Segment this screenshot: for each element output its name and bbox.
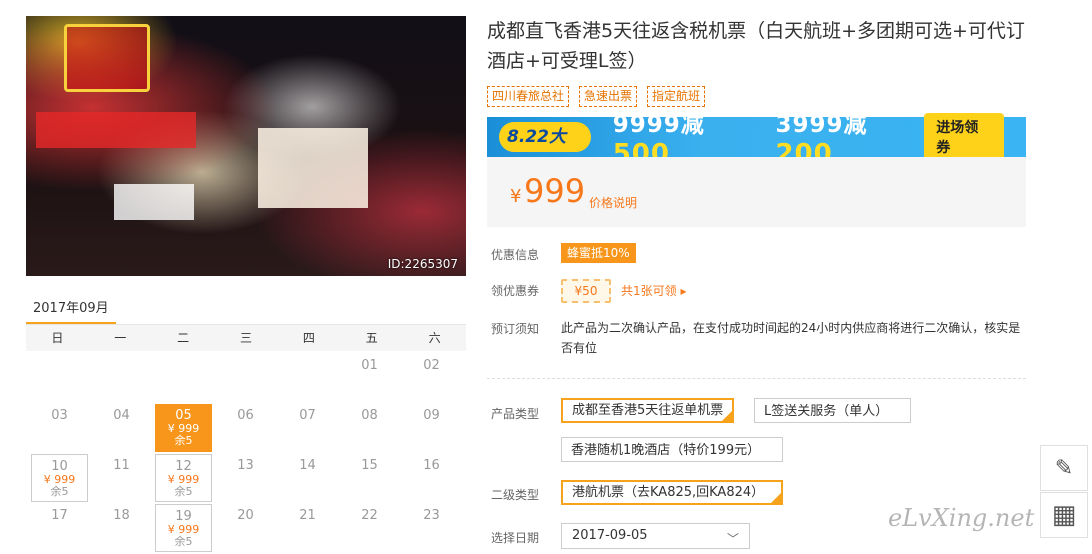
calendar-day-available[interactable]: 12 ¥ 999 余5 [155, 454, 212, 502]
date-value: 2017-09-05 [572, 528, 648, 543]
neon-sign [36, 112, 196, 148]
watermark: eLvXing.net [888, 504, 1035, 532]
product-type-option[interactable]: 成都至香港5天往返单机票 [561, 398, 735, 423]
calendar-day-available[interactable]: 19 ¥ 999 余5 [155, 504, 212, 552]
product-tags: 四川春旅总社 急速出票 指定航班 [487, 86, 706, 107]
product-photo: ID:2265307 [26, 16, 466, 276]
calendar-day: 11 [113, 458, 130, 473]
calendar-weekdays: 日 一 二 三 四 五 六 [26, 325, 466, 351]
coupon-ticket[interactable]: ¥50 [561, 279, 611, 303]
calendar-day: 08 [361, 408, 378, 423]
calendar-day: 14 [299, 458, 316, 473]
get-coupon-button[interactable]: 进场领券 [924, 113, 1005, 161]
promo-banner[interactable]: 8.22大促 9999减500 3999减200 进场领券 [487, 112, 1026, 177]
price-amount: 999 [524, 172, 586, 210]
calendar-day-selected[interactable]: 05 ¥ 999 余5 [155, 404, 212, 452]
calendar-day: 23 [423, 508, 440, 523]
neon-sign [114, 184, 194, 220]
calendar-day: 09 [423, 408, 440, 423]
weekday: 二 [177, 331, 190, 345]
tag-flight: 指定航班 [647, 86, 706, 107]
notice-label: 预订须知 [491, 322, 540, 336]
qr-code-button[interactable]: ▦ [1040, 492, 1088, 538]
qr-code-icon: ▦ [1051, 500, 1077, 530]
calendar-day: 01 [361, 358, 378, 373]
tag-operator: 四川春旅总社 [487, 86, 570, 107]
discount-label: 优惠信息 [491, 248, 540, 262]
tag-fast-ticket: 急速出票 [579, 86, 638, 107]
feedback-button[interactable]: ✎ [1040, 445, 1088, 491]
product-title: 成都直飞香港5天往返含税机票（白天航班+多团期可选+可代订酒店+可受理L签） [487, 20, 1025, 72]
weekday: 一 [114, 331, 127, 345]
discount-badge: 蜂蜜抵10% [561, 243, 636, 263]
calendar-day: 07 [299, 408, 316, 423]
product-type-option[interactable]: 香港随机1晚酒店（特价199元） [561, 437, 783, 462]
product-type-label: 产品类型 [491, 407, 540, 421]
calendar-day: 13 [237, 458, 254, 473]
promo-badge: 8.22大促 [499, 122, 591, 177]
calendar-day: 20 [237, 508, 254, 523]
weekday: 五 [365, 331, 378, 345]
weekday: 日 [51, 331, 64, 345]
calendar-day: 17 [51, 508, 68, 523]
coupon-label: 领优惠券 [491, 284, 540, 298]
price-explain-link[interactable]: 价格说明 [589, 194, 637, 211]
calendar-day: 04 [113, 408, 130, 423]
calendar-day-available[interactable]: 10 ¥ 999 余5 [31, 454, 88, 502]
date-label: 选择日期 [491, 531, 540, 545]
calendar-day: 18 [113, 508, 130, 523]
neon-sign [64, 24, 150, 92]
calendar-day: 21 [299, 508, 316, 523]
weekday: 四 [302, 331, 315, 345]
calendar-day: 22 [361, 508, 378, 523]
chevron-down-icon: ﹀ [726, 532, 739, 546]
image-id: ID:2265307 [387, 257, 458, 271]
subtype-option[interactable]: 港航机票（去KA825,回KA824） [561, 480, 783, 505]
calendar-day: 03 [51, 408, 68, 423]
subtype-label: 二级类型 [491, 488, 540, 502]
section-divider [487, 378, 1026, 379]
calendar-day: 16 [423, 458, 440, 473]
weekday: 三 [240, 331, 253, 345]
product-type-option[interactable]: L签送关服务（单人） [754, 398, 911, 423]
calendar-day: 15 [361, 458, 378, 473]
neon-sign [258, 128, 368, 208]
pencil-icon: ✎ [1054, 455, 1074, 481]
price-currency: ¥ [510, 186, 522, 207]
calendar-day: 02 [423, 358, 440, 373]
date-select[interactable]: 2017-09-05 ﹀ [561, 523, 750, 549]
calendar-month-tab[interactable]: 2017年09月 [33, 297, 109, 316]
notice-text: 此产品为二次确认产品，在支付成功时间起的24小时内供应商将进行二次确认，核实是否… [561, 321, 1021, 355]
weekday: 六 [428, 331, 441, 345]
coupon-count-link[interactable]: 共1张可领 ▸ [621, 282, 686, 299]
calendar-day: 06 [237, 408, 254, 423]
